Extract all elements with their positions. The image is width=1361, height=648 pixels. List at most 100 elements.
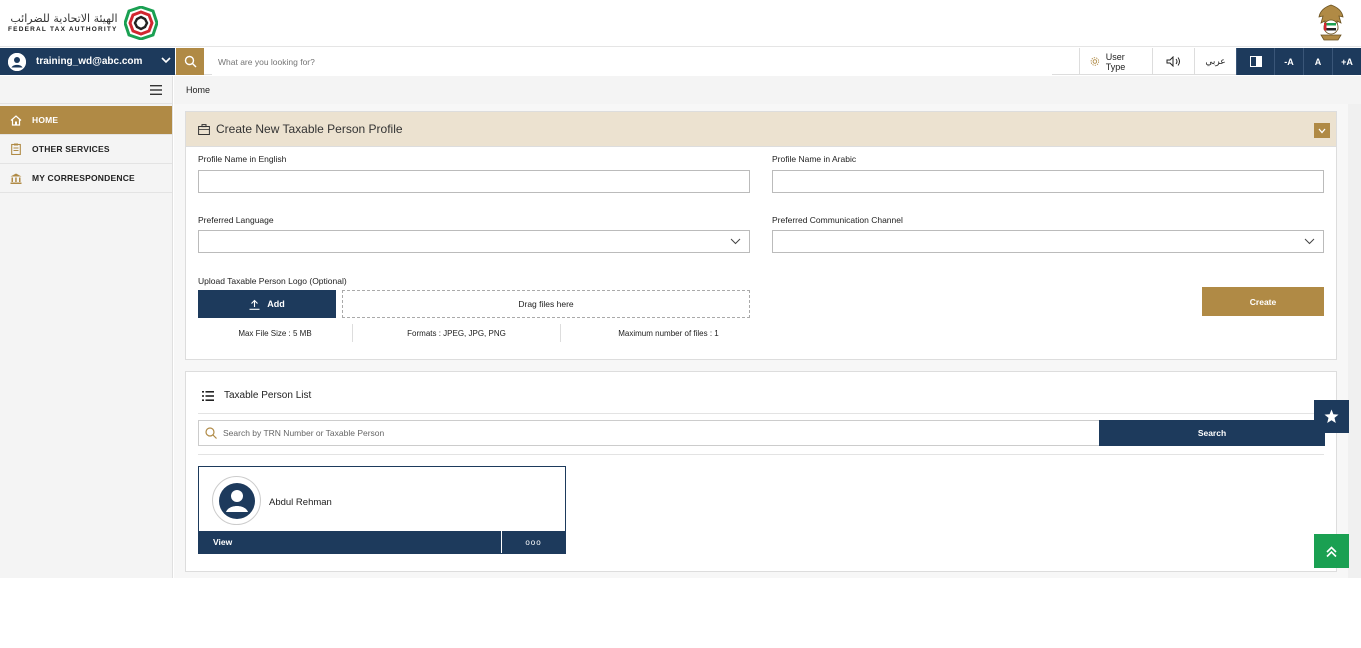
bank-icon: [10, 172, 22, 184]
double-chevron-up-icon: [1326, 545, 1337, 557]
nav-bar: training_wd@abc.com User Type عربي -A: [0, 48, 1361, 75]
fta-logo-mark-icon: [123, 6, 158, 40]
contrast-button[interactable]: [1236, 48, 1274, 75]
create-button-label: Create: [1249, 296, 1277, 307]
favorites-button[interactable]: [1314, 400, 1349, 433]
divider: [198, 413, 1324, 414]
sidebar-toggle[interactable]: [0, 76, 172, 104]
sidebar-item-label: OTHER SERVICES: [32, 144, 110, 154]
chevron-down-icon: [1318, 128, 1326, 133]
person-search-input[interactable]: Search by TRN Number or Taxable Person: [198, 420, 1100, 446]
logo-english-text: FEDERAL TAX AUTHORITY: [8, 26, 118, 33]
font-decrease-button[interactable]: -A: [1274, 48, 1303, 75]
drop-zone-label: Drag files here: [518, 299, 574, 309]
font-decrease-label: -A: [1284, 56, 1294, 67]
view-person-button[interactable]: View: [199, 531, 502, 553]
max-files: Maximum number of files : 1: [561, 324, 776, 342]
logo-arabic-text: الهيئة الاتحادية للضرائب: [10, 12, 118, 25]
max-files-text: Maximum number of files : 1: [618, 328, 719, 338]
max-file-size: Max File Size : 5 MB: [198, 324, 353, 342]
user-type-label: User Type: [1105, 51, 1126, 72]
person-search-placeholder: Search by TRN Number or Taxable Person: [223, 428, 385, 438]
file-formats: Formats : JPEG, JPG, PNG: [353, 324, 561, 342]
list-icon: [202, 390, 214, 401]
scroll-to-top-button[interactable]: [1314, 534, 1349, 568]
language-label: Preferred Language: [198, 215, 274, 225]
sidebar: HOME OTHER SERVICES MY CORRESPONDENCE: [0, 76, 173, 578]
briefcase-icon: [198, 123, 210, 135]
nav-tools: User Type عربي -A A +A: [1079, 48, 1361, 75]
user-avatar-icon: [8, 52, 26, 71]
add-file-button[interactable]: Add: [198, 290, 336, 318]
speaker-icon: [1166, 56, 1180, 67]
person-card-footer: View ooo: [199, 531, 565, 553]
channel-label: Preferred Communication Channel: [772, 215, 903, 225]
sidebar-item-home[interactable]: HOME: [0, 106, 172, 135]
channel-select[interactable]: [772, 230, 1324, 253]
more-options-button[interactable]: ooo: [502, 531, 565, 553]
add-file-label: Add: [267, 299, 285, 309]
uae-emblem-icon: [1318, 4, 1344, 41]
page-scrollbar[interactable]: [1348, 104, 1361, 578]
name-english-label: Profile Name in English: [198, 154, 287, 164]
font-reset-button[interactable]: A: [1303, 48, 1332, 75]
person-list-title: Taxable Person List: [224, 390, 312, 401]
sidebar-item-my-correspondence[interactable]: MY CORRESPONDENCE: [0, 164, 172, 193]
user-type-button[interactable]: User Type: [1079, 48, 1152, 75]
user-menu[interactable]: training_wd@abc.com: [0, 48, 175, 75]
breadcrumb-home[interactable]: Home: [186, 85, 210, 95]
person-search-button[interactable]: Search: [1099, 420, 1325, 446]
sidebar-item-label: HOME: [32, 115, 59, 125]
sidebar-item-label: MY CORRESPONDENCE: [32, 173, 135, 183]
language-toggle-label: عربي: [1205, 56, 1226, 66]
star-icon: [1324, 409, 1339, 423]
name-english-input[interactable]: [198, 170, 750, 193]
create-profile-header[interactable]: Create New Taxable Person Profile: [186, 112, 1336, 147]
user-email: training_wd@abc.com: [36, 56, 143, 67]
home-icon: [10, 114, 22, 126]
more-options-icon: ooo: [525, 537, 542, 547]
contrast-icon: [1249, 56, 1262, 67]
text-to-speech-button[interactable]: [1152, 48, 1194, 75]
top-header: الهيئة الاتحادية للضرائب FEDERAL TAX AUT…: [0, 0, 1361, 47]
person-list-panel: Taxable Person List Search by TRN Number…: [185, 371, 1337, 572]
global-search-button[interactable]: [176, 48, 204, 75]
global-search-input[interactable]: [212, 48, 1052, 75]
search-icon: [184, 55, 196, 68]
upload-icon: [249, 299, 260, 310]
create-button[interactable]: Create: [1202, 287, 1324, 316]
create-profile-title: Create New Taxable Person Profile: [216, 122, 403, 136]
main-content: Create New Taxable Person Profile Profil…: [174, 104, 1348, 578]
name-arabic-input[interactable]: [772, 170, 1324, 193]
file-formats-text: Formats : JPEG, JPG, PNG: [407, 328, 506, 338]
person-list-header: Taxable Person List: [202, 390, 311, 401]
language-toggle-button[interactable]: عربي: [1194, 48, 1236, 75]
person-name: Abdul Rehman: [269, 497, 332, 508]
max-file-size-text: Max File Size : 5 MB: [238, 328, 312, 338]
search-icon: [205, 427, 217, 439]
divider: [198, 454, 1324, 455]
gear-icon: [1090, 57, 1100, 66]
app-window: الهيئة الاتحادية للضرائب FEDERAL TAX AUT…: [0, 0, 1361, 578]
breadcrumb: Home: [174, 76, 1361, 104]
hamburger-menu-icon: [150, 84, 162, 95]
person-avatar: [212, 476, 261, 525]
person-card[interactable]: Abdul Rehman View ooo: [198, 466, 566, 554]
person-search-button-label: Search: [1197, 428, 1227, 438]
clipboard-icon: [10, 143, 22, 155]
sidebar-item-other-services[interactable]: OTHER SERVICES: [0, 135, 172, 164]
upload-label: Upload Taxable Person Logo (Optional): [198, 276, 347, 286]
collapse-panel-button[interactable]: [1314, 123, 1330, 138]
chevron-down-icon[interactable]: [157, 56, 175, 67]
file-drop-zone[interactable]: Drag files here: [342, 290, 750, 318]
chevron-down-icon: [1304, 238, 1315, 245]
fta-logo[interactable]: الهيئة الاتحادية للضرائب FEDERAL TAX AUT…: [8, 5, 158, 41]
create-profile-panel: Create New Taxable Person Profile Profil…: [185, 111, 1337, 360]
font-increase-button[interactable]: +A: [1332, 48, 1361, 75]
name-arabic-label: Profile Name in Arabic: [772, 154, 857, 164]
font-increase-label: +A: [1341, 56, 1353, 67]
language-select[interactable]: [198, 230, 750, 253]
chevron-down-icon: [730, 238, 741, 245]
user-avatar-icon: [218, 482, 255, 519]
font-reset-label: A: [1314, 56, 1322, 67]
